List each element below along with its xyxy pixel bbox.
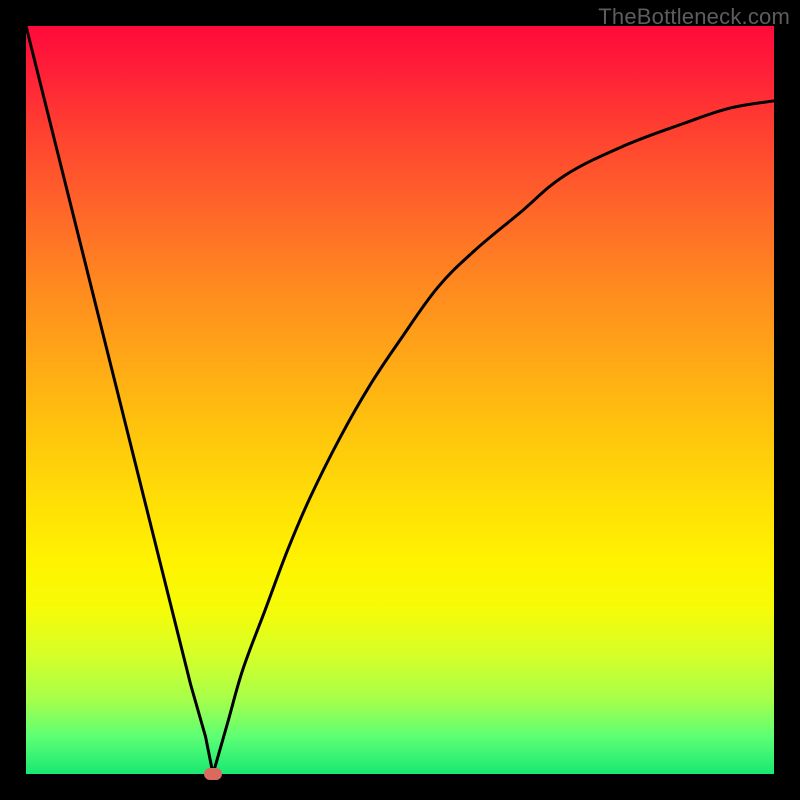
plot-area (26, 26, 774, 774)
minimum-marker (204, 768, 222, 780)
chart-frame: TheBottleneck.com (0, 0, 800, 800)
watermark-text: TheBottleneck.com (598, 4, 790, 30)
bottleneck-curve (26, 26, 774, 774)
